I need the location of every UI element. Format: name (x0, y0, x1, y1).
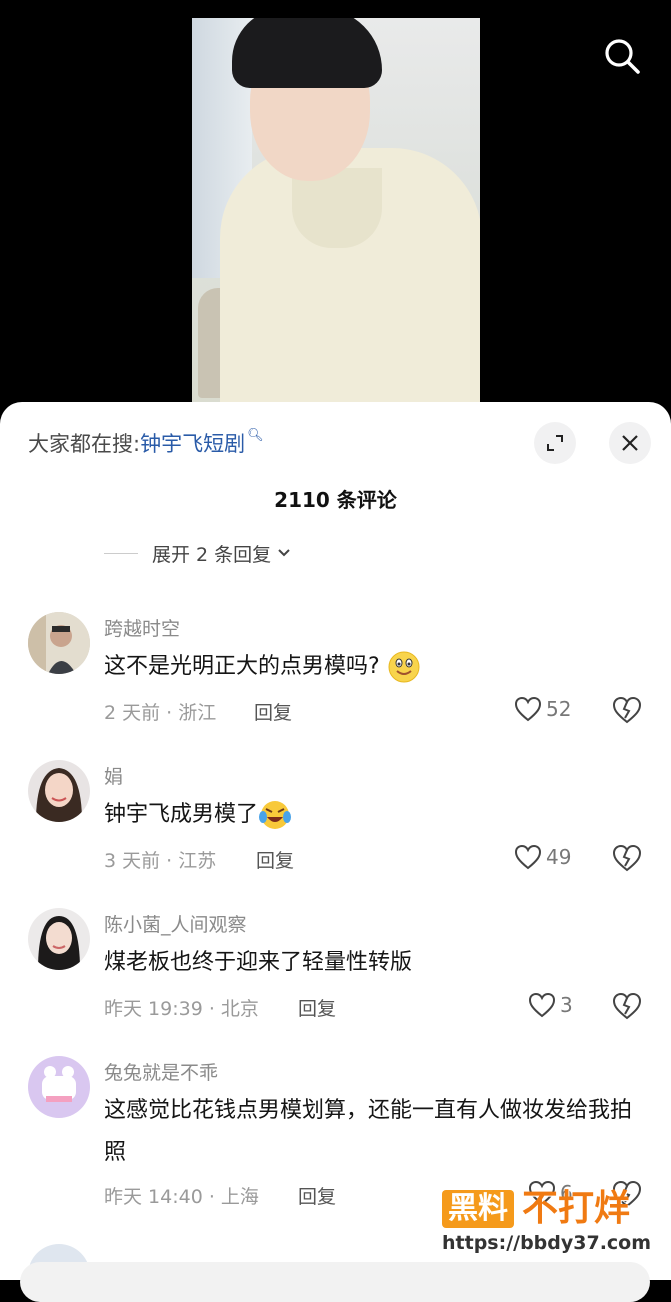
reply-button[interactable]: 回复 (298, 994, 336, 1021)
hot-search-keyword[interactable]: 钟宇飞短剧 (140, 432, 245, 456)
hot-search[interactable]: 大家都在搜:钟宇飞短剧 🔍︎ (28, 428, 264, 458)
close-button[interactable] (609, 422, 651, 464)
broken-heart-icon (612, 992, 642, 1020)
comment-item: 陈小菌_人间观察 煤老板也终于迎来了轻量性转版 昨天 19:39 · 北京 回复… (0, 904, 671, 1034)
broken-heart-icon (612, 844, 642, 872)
heart-icon (514, 844, 542, 870)
like-count: 52 (546, 697, 572, 721)
comment-text-body: 这不是光明正大的点男模吗? (104, 654, 380, 679)
video-player[interactable] (192, 18, 480, 418)
comment-meta: 昨天 14:40 · 上海 (104, 1186, 259, 1208)
broken-heart-icon (612, 696, 642, 724)
divider (104, 552, 138, 554)
comment-username[interactable]: 跨越时空 (104, 614, 180, 641)
watermark-badge: 黑料 (442, 1190, 514, 1228)
avatar[interactable] (28, 760, 90, 822)
avatar-image (28, 1056, 90, 1118)
comment-meta: 昨天 19:39 · 北京 (104, 998, 259, 1020)
like-button[interactable]: 49 (514, 844, 571, 870)
search-button[interactable] (600, 34, 644, 78)
close-icon (622, 435, 638, 451)
comment-text-body: 钟宇飞成男模了 (104, 802, 259, 827)
comment-item: 跨越时空 这不是光明正大的点男模吗? 2 天前 · 浙江 回复 52 (0, 608, 671, 738)
comment-text: 钟宇飞成男模了 (104, 794, 644, 836)
comment-username[interactable]: 陈小菌_人间观察 (104, 910, 247, 937)
expand-replies-button[interactable]: 展开 2 条回复 (104, 540, 291, 566)
dislike-button[interactable] (612, 696, 642, 726)
avatar[interactable] (28, 612, 90, 674)
heart-icon (514, 696, 542, 722)
comment-meta: 3 天前 · 江苏 (104, 850, 217, 872)
hot-search-prefix: 大家都在搜: (28, 432, 141, 456)
dislike-button[interactable] (612, 992, 642, 1022)
comments-sheet: 大家都在搜:钟宇飞短剧 🔍︎ 2110 条评论 展开 2 条回复 跨越时空 这不… (0, 402, 671, 1280)
expand-icon (547, 435, 563, 451)
heart-icon (528, 992, 556, 1018)
keyword-search-icon: 🔍︎ (247, 428, 264, 443)
search-icon (605, 39, 640, 74)
watermark-url: https://bbdy37.com (442, 1232, 652, 1254)
avatar-image (28, 612, 90, 674)
avatar[interactable] (28, 908, 90, 970)
expand-button[interactable] (534, 422, 576, 464)
comment-text: 这感觉比花钱点男模划算，还能一直有人做妆发给我拍照 (104, 1098, 633, 1165)
reply-button[interactable]: 回复 (298, 1182, 336, 1209)
dislike-button[interactable] (612, 844, 642, 874)
video-person-hair (232, 18, 382, 88)
reply-button[interactable]: 回复 (254, 698, 292, 725)
like-button[interactable]: 3 (528, 992, 573, 1018)
like-button[interactable]: 52 (514, 696, 571, 722)
comment-meta: 2 天前 · 浙江 (104, 702, 217, 724)
tears-of-joy-emoji (259, 801, 292, 829)
smiling-face-emoji (388, 651, 420, 683)
video-area[interactable] (0, 0, 671, 420)
watermark: 黑料 不打烊 https://bbdy37.com (440, 1188, 660, 1258)
avatar-image (28, 760, 90, 822)
avatar[interactable] (28, 1056, 90, 1118)
comment-count: 2110 条评论 (274, 488, 397, 512)
comment-text: 这不是光明正大的点男模吗? (104, 646, 644, 688)
like-count: 49 (546, 845, 572, 869)
like-count: 3 (560, 993, 573, 1017)
comment-username[interactable]: 娟 (104, 762, 123, 789)
reply-button[interactable]: 回复 (256, 846, 294, 873)
chevron-down-icon (278, 549, 290, 557)
expand-replies-label: 展开 2 条回复 (152, 543, 272, 566)
comment-input-bar[interactable] (20, 1262, 650, 1302)
comment-item: 娟 钟宇飞成男模了 3 天前 · 江苏 回复 49 (0, 756, 671, 886)
comment-text: 煤老板也终于迎来了轻量性转版 (104, 950, 413, 975)
sheet-header: 大家都在搜:钟宇飞短剧 🔍︎ (0, 420, 671, 468)
watermark-text: 不打烊 (522, 1188, 631, 1229)
comment-username[interactable]: 兔兔就是不乖 (104, 1058, 218, 1085)
avatar-image (28, 908, 90, 970)
